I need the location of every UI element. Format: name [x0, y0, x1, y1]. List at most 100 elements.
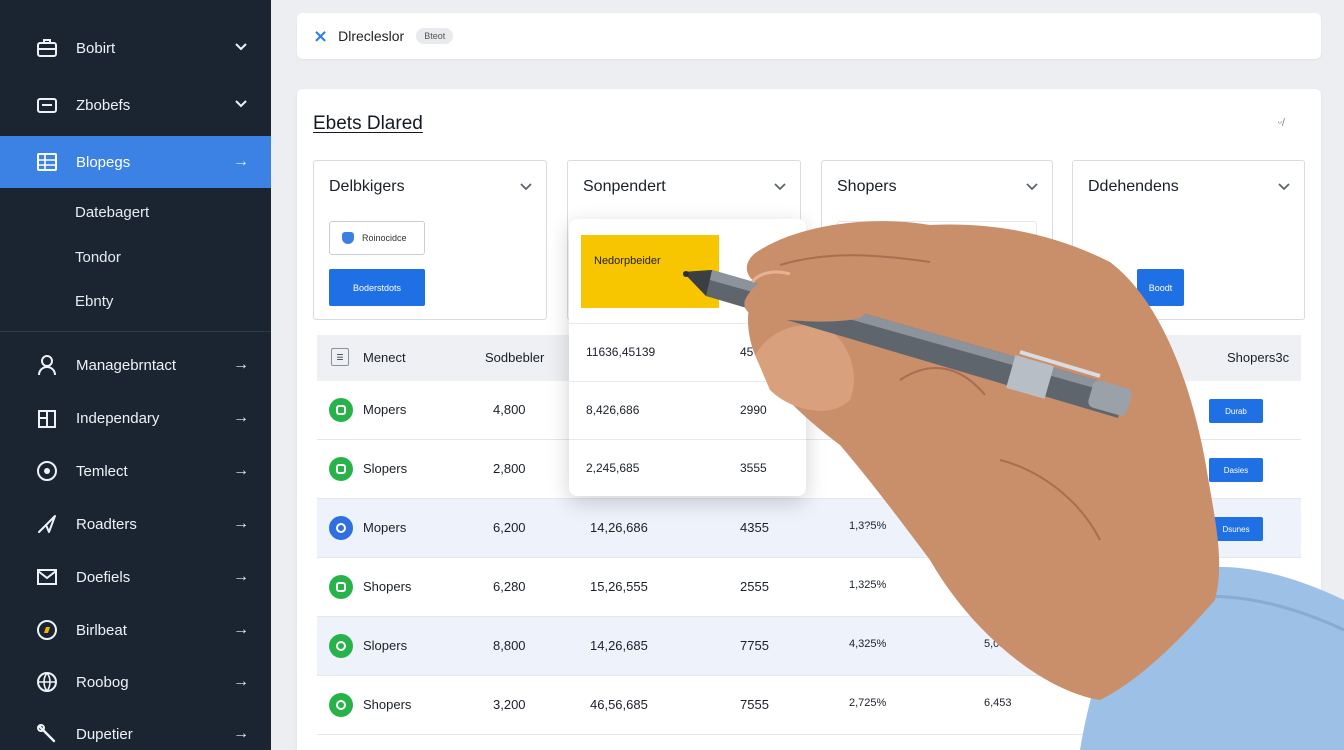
clock-icon: [34, 458, 60, 484]
table-header: ☰ Menect Sodbebler Shopers3c: [317, 335, 1301, 381]
row-extra: 6,453: [984, 697, 1012, 709]
card-3: Ddehendens Boodt: [1072, 160, 1305, 320]
dropdown-row[interactable]: 2,245,685 3555: [569, 439, 806, 496]
column-header[interactable]: Menect: [363, 350, 406, 365]
table-row[interactable]: Mopers 4,800 Durab: [317, 381, 1301, 440]
sidebar-item-label: Bobirt: [76, 39, 116, 57]
sidebar-subitem-2[interactable]: Ebnty: [75, 293, 113, 310]
primary-button[interactable]: Boderstdots: [329, 269, 425, 306]
card-title: Shopers: [837, 178, 897, 195]
top-bar: ⨯ Dlrecleslor Bteot: [297, 13, 1321, 59]
sidebar-item-label: Independary: [76, 409, 160, 427]
arrow-right-icon: →: [233, 621, 249, 638]
grid-icon: [34, 149, 60, 175]
sidebar-subitem-0[interactable]: Datebagert: [75, 204, 149, 221]
column-header[interactable]: Sodbebler: [485, 350, 544, 365]
dropdown-row-count: 2990: [740, 403, 767, 417]
dropdown-popover: Nedorpbeider 11636,45139 45 8,426,686 29…: [569, 219, 806, 496]
chevron-down-icon[interactable]: [1026, 179, 1038, 194]
row-amount: 14,26,686: [590, 520, 648, 535]
card-title: Sonpendert: [583, 178, 666, 195]
sidebar-item-2[interactable]: Blopegs →: [0, 136, 271, 188]
row-count: 7755: [740, 638, 769, 653]
sidebar-item-4[interactable]: Independary →: [0, 392, 271, 444]
page-title: Ebets Dlared: [313, 113, 423, 134]
arrow-right-icon: →: [233, 356, 249, 373]
compass-icon: [34, 617, 60, 643]
row-name: Mopers: [363, 402, 407, 417]
sidebar-item-5[interactable]: Temlect →: [0, 445, 271, 497]
status-icon: [329, 457, 353, 481]
row-amount: 14,26,685: [590, 638, 648, 653]
globe-icon: [34, 669, 60, 695]
row-qty: 6,280: [493, 579, 526, 594]
chevron-down-icon[interactable]: [1278, 179, 1290, 194]
row-pct: 4,325%: [849, 638, 887, 650]
row-action-button[interactable]: Durab: [1209, 399, 1263, 423]
row-name: Slopers: [363, 461, 408, 476]
sidebar-divider: [0, 331, 271, 332]
vscode-logo-icon: ⨯: [313, 25, 329, 46]
row-amount: 46,56,685: [590, 697, 648, 712]
panel-corner-mark[interactable]: ᵕ/: [1278, 117, 1285, 129]
row-pct: 2,725%: [849, 697, 887, 709]
arrow-right-icon: →: [233, 462, 249, 479]
sidebar-item-6[interactable]: Roadters →: [0, 498, 271, 550]
row-count: 4355: [740, 520, 769, 535]
select-all-checkbox[interactable]: ☰: [331, 348, 349, 366]
outline-field[interactable]: [837, 221, 1037, 255]
folder-icon: [34, 92, 60, 118]
status-icon: [329, 516, 353, 540]
sidebar-item-label: Blopegs: [76, 153, 131, 171]
sidebar-item-7[interactable]: Doefiels →: [0, 551, 271, 603]
dropdown-row[interactable]: 8,426,686 2990: [569, 381, 806, 438]
table-row[interactable]: Slopers 2,800 Dasies: [317, 440, 1301, 499]
row-qty: 6,200: [493, 520, 526, 535]
highlighted-option[interactable]: Nedorpbeider: [581, 235, 719, 308]
sidebar-item-1[interactable]: Zbobefs: [0, 79, 271, 131]
arrow-right-icon: →: [233, 409, 249, 426]
sidebar-item-8[interactable]: Birlbeat →: [0, 604, 271, 656]
dropdown-row-count: 45: [740, 345, 754, 359]
sidebar-item-label: Dupetier: [76, 725, 133, 743]
card-title: Ddehendens: [1088, 178, 1179, 195]
row-action-button[interactable]: Dasies: [1209, 458, 1263, 482]
status-icon: [329, 693, 353, 717]
send-icon: [34, 511, 60, 537]
row-name: Slopers: [363, 638, 408, 653]
table-row[interactable]: Shopers 6,280 15,26,555 2555 1,325%: [317, 558, 1301, 617]
mail-icon: [34, 564, 60, 590]
sidebar-item-label: Managebrntact: [76, 356, 177, 374]
dropdown-row[interactable]: 11636,45139 45: [569, 323, 806, 380]
row-amount: 15,26,555: [590, 579, 648, 594]
sidebar-item-10[interactable]: Dupetier →: [0, 708, 271, 750]
sidebar-item-9[interactable]: Roobog →: [0, 656, 271, 708]
building-icon: [34, 405, 60, 431]
table-row[interactable]: Slopers 8,800 14,26,685 7755 4,325% 5,03…: [317, 617, 1301, 676]
arrow-right-icon: →: [233, 725, 249, 742]
row-count: 2555: [740, 579, 769, 594]
row-extra: 5,032: [984, 638, 1012, 650]
chevron-down-icon[interactable]: [520, 179, 532, 194]
row-qty: 3,200: [493, 697, 526, 712]
status-badge[interactable]: Bteot: [416, 28, 454, 44]
sidebar-subitem-1[interactable]: Tondor: [75, 249, 121, 266]
outline-button[interactable]: Roinocidce: [329, 221, 425, 255]
chevron-down-icon[interactable]: [774, 179, 786, 194]
arrow-right-icon: →: [233, 568, 249, 585]
card-2: Shopers: [821, 160, 1053, 320]
sidebar-item-0[interactable]: Bobirt: [0, 22, 271, 74]
sidebar-item-label: Temlect: [76, 462, 128, 480]
row-count: 7555: [740, 697, 769, 712]
sidebar-item-label: Roadters: [76, 515, 137, 533]
sidebar: Bobirt Zbobefs Blopegs → Datebagert Tond…: [0, 0, 271, 750]
table-row[interactable]: Mopers 6,200 14,26,686 4355 1,3?5% Dsune…: [317, 499, 1301, 558]
row-name: Shopers: [363, 697, 412, 712]
row-action-button[interactable]: Dsunes: [1209, 517, 1263, 541]
sidebar-item-3[interactable]: Managebrntact →: [0, 339, 271, 391]
dropdown-row-value: 2,245,685: [586, 461, 640, 475]
column-header[interactable]: Shopers3c: [1227, 350, 1289, 365]
card-0: Delbkigers Roinocidce Boderstdots: [313, 160, 547, 320]
table-row[interactable]: Shopers 3,200 46,56,685 7555 2,725% 6,45…: [317, 676, 1301, 735]
primary-button[interactable]: Boodt: [1137, 269, 1184, 306]
